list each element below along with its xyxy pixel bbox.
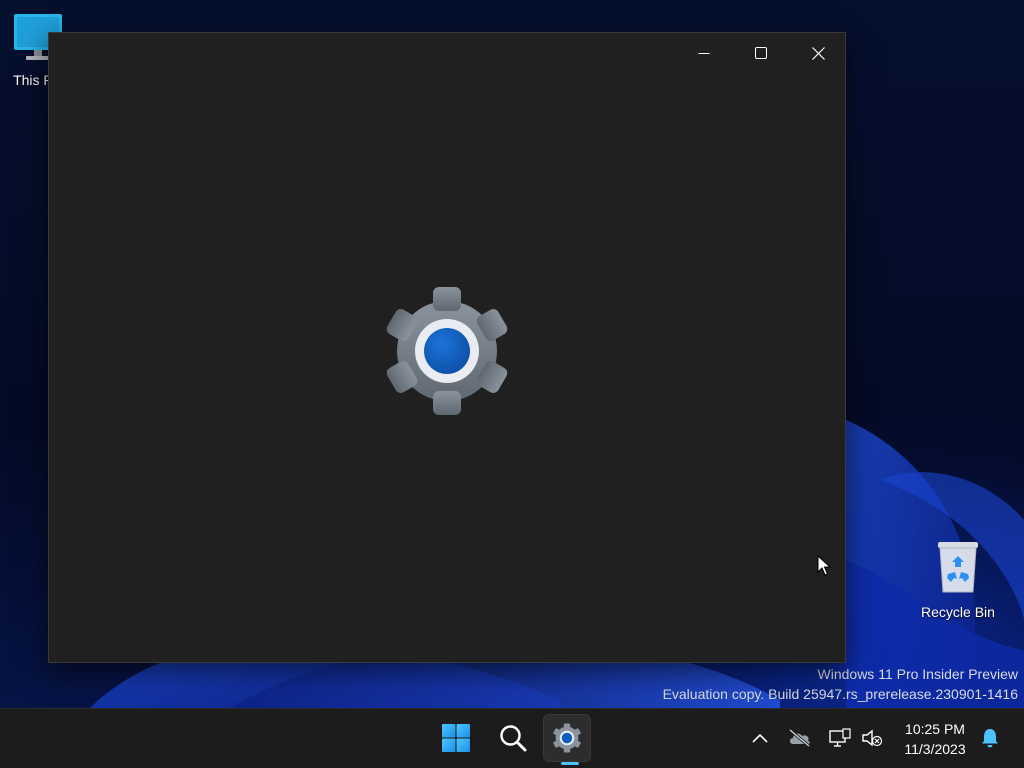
start-icon xyxy=(442,724,470,752)
onedrive-offline-icon xyxy=(789,729,810,747)
notifications-button[interactable] xyxy=(975,723,1005,753)
clock-time: 10:25 PM xyxy=(905,721,965,737)
running-indicator xyxy=(561,762,579,765)
notification-bell-icon xyxy=(982,729,998,748)
evaluation-watermark: Windows 11 Pro Insider Preview Evaluatio… xyxy=(663,664,1018,704)
clock-date: 11/3/2023 xyxy=(904,741,966,757)
close-button[interactable] xyxy=(790,33,846,73)
chevron-up-icon xyxy=(752,733,768,743)
taskbar-settings-app[interactable] xyxy=(543,714,591,765)
onedrive-tray-button[interactable] xyxy=(785,723,815,753)
network-tray-button[interactable] xyxy=(825,723,855,753)
minimize-icon xyxy=(698,53,710,54)
watermark-line-2: Evaluation copy. Build 25947.rs_prerelea… xyxy=(662,686,1018,702)
maximize-icon xyxy=(755,47,767,59)
desktop-icon-label: Recycle Bin xyxy=(921,604,995,620)
volume-tray-button[interactable] xyxy=(857,723,887,753)
desktop-icon-recycle-bin[interactable]: Recycle Bin xyxy=(916,540,1000,621)
minimize-button[interactable] xyxy=(676,33,732,73)
maximize-button[interactable] xyxy=(733,33,789,73)
search-icon xyxy=(500,725,527,752)
settings-app-icon xyxy=(553,723,581,753)
settings-gear-icon xyxy=(386,287,508,415)
mouse-pointer-icon xyxy=(817,555,831,576)
show-hidden-icons-button[interactable] xyxy=(745,723,775,753)
taskbar-clock[interactable]: 10:25 PM 11/3/2023 xyxy=(892,719,978,759)
taskbar: 10:25 PM 11/3/2023 xyxy=(0,708,1024,768)
watermark-line-1: Windows 11 Pro Insider Preview xyxy=(817,666,1018,682)
start-button[interactable] xyxy=(432,714,480,762)
settings-window[interactable] xyxy=(48,32,846,663)
search-button[interactable] xyxy=(489,714,537,762)
network-icon xyxy=(829,728,851,747)
close-icon xyxy=(811,46,825,60)
volume-muted-icon xyxy=(862,729,883,747)
recycle-bin-icon xyxy=(938,542,978,593)
